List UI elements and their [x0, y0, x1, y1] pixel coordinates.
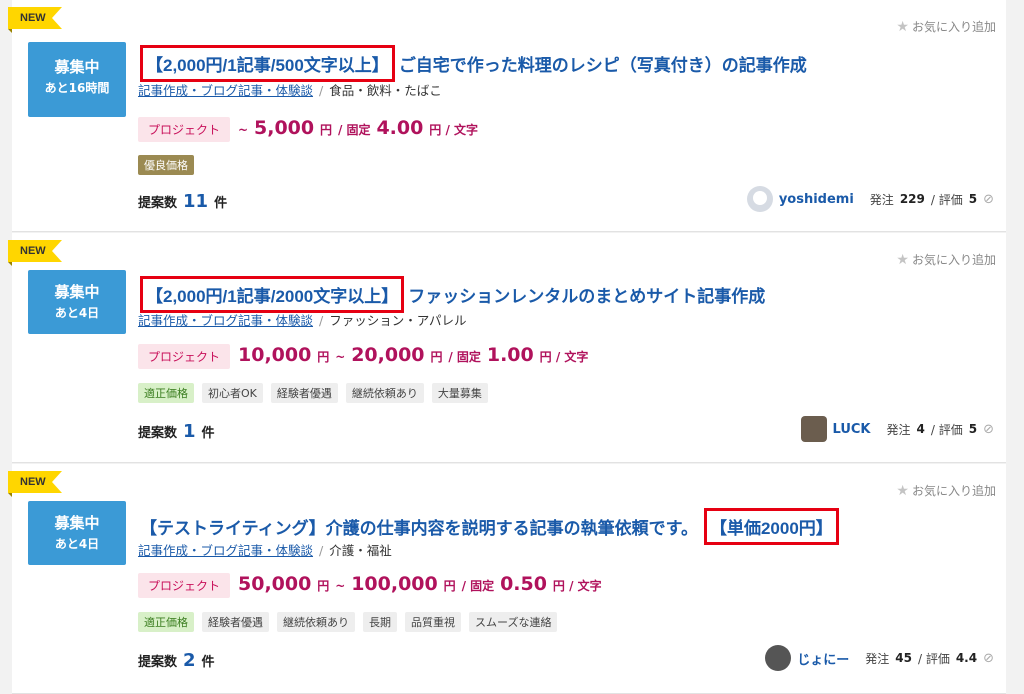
job-title-link[interactable]: 【2,000円/1記事/500文字以上】 ご自宅で作った料理のレシピ（写真付き）の…	[140, 45, 807, 82]
order-count: 4	[916, 422, 925, 436]
price: ~ 5,000 円 / 固定 4.00 円 / 文字	[238, 117, 479, 139]
time-left: あと16時間	[44, 81, 110, 95]
status-box: 募集中 あと4日	[28, 501, 126, 565]
price-max: 100,000	[351, 573, 438, 595]
star-icon: ★	[896, 18, 909, 35]
tag-list: 適正価格 初心者OK 経験者優遇 継続依頼あり 大量募集	[138, 383, 488, 403]
new-badge: NEW	[8, 471, 62, 497]
price-row: プロジェクト ~ 5,000 円 / 固定 4.00 円 / 文字	[138, 117, 478, 142]
title-text: 【テストライティング】介護の仕事内容を説明する記事の執筆依頼です。	[140, 519, 698, 538]
price: 10,000 円 ~ 20,000 円 / 固定 1.00 円 / 文字	[238, 344, 589, 366]
tag: 継続依頼あり	[277, 612, 355, 632]
rating: 5	[968, 422, 978, 436]
tag: 品質重視	[405, 612, 461, 632]
price-per-char: 4.00	[376, 117, 424, 139]
favorite-button[interactable]: ★ お気に入り追加	[896, 251, 996, 268]
subcategory: 介護・福祉	[329, 543, 392, 558]
star-icon: ★	[896, 251, 909, 268]
project-tag: プロジェクト	[138, 573, 231, 598]
category-link[interactable]: 記事作成・ブログ記事・体験談	[138, 543, 313, 558]
client-info: yoshidemi 発注 229 / 評価 5 ⊘	[746, 186, 994, 212]
tag-list: 適正価格 経験者優遇 継続依頼あり 長期 品質重視 スムーズな連絡	[138, 612, 558, 632]
avatar[interactable]	[800, 416, 827, 442]
category-breadcrumb: 記事作成・ブログ記事・体験談 / 介護・福祉	[138, 540, 392, 559]
price-row: プロジェクト 10,000 円 ~ 20,000 円 / 固定 1.00 円 /…	[138, 344, 588, 369]
client-name[interactable]: LUCK	[833, 422, 871, 437]
job-title-link[interactable]: 【2,000円/1記事/2000文字以上】 ファッションレンタルのまとめサイト記事…	[140, 276, 765, 313]
rating: 5	[968, 192, 978, 206]
order-count: 229	[899, 192, 925, 206]
title-highlight: 【単価2000円】	[703, 508, 839, 545]
tag: 継続依頼あり	[345, 383, 424, 403]
client-name[interactable]: yoshidemi	[779, 192, 854, 207]
block-icon[interactable]: ⊘	[983, 192, 994, 207]
separator: /	[319, 313, 324, 328]
favorite-label: お気に入り追加	[911, 20, 996, 34]
subcategory: 食品・飲料・たばこ	[329, 83, 442, 98]
price-min: 50,000	[238, 573, 312, 595]
favorite-label: お気に入り追加	[911, 253, 996, 267]
tag: 長期	[363, 612, 397, 632]
star-icon: ★	[896, 482, 909, 499]
price-per-char: 0.50	[500, 573, 547, 595]
category-breadcrumb: 記事作成・ブログ記事・体験談 / 食品・飲料・たばこ	[138, 80, 442, 99]
client-info: じょにー 発注 45 / 評価 4.4 ⊘	[765, 645, 994, 671]
price-row: プロジェクト 50,000 円 ~ 100,000 円 / 固定 0.50 円 …	[138, 573, 602, 598]
title-highlight: 【2,000円/1記事/500文字以上】	[140, 45, 395, 82]
favorite-button[interactable]: ★ お気に入り追加	[896, 18, 996, 35]
status-label: 募集中	[54, 283, 100, 301]
tag: 大量募集	[431, 383, 488, 403]
title-text: ご自宅で作った料理のレシピ（写真付き）の記事作成	[398, 56, 807, 75]
status-box: 募集中 あと4日	[28, 270, 126, 334]
title-text: ファッションレンタルのまとめサイト記事作成	[408, 287, 766, 306]
proposal-count: 提案数 11 件	[138, 191, 228, 212]
tag-list: 優良価格	[138, 155, 194, 175]
client-name[interactable]: じょにー	[797, 649, 849, 668]
price-max: 20,000	[351, 344, 425, 366]
price: 50,000 円 ~ 100,000 円 / 固定 0.50 円 / 文字	[238, 573, 602, 595]
tag: 経験者優遇	[202, 612, 269, 632]
job-card[interactable]: NEW ★ お気に入り追加 募集中 あと16時間 【2,000円/1記事/500…	[8, 0, 1006, 232]
category-link[interactable]: 記事作成・ブログ記事・体験談	[138, 313, 313, 328]
status-box: 募集中 あと16時間	[28, 42, 126, 117]
tag: スムーズな連絡	[469, 612, 558, 632]
separator: /	[319, 83, 324, 98]
avatar[interactable]	[746, 186, 773, 212]
category-link[interactable]: 記事作成・ブログ記事・体験談	[138, 83, 313, 98]
time-left: あと4日	[54, 537, 100, 551]
client-info: LUCK 発注 4 / 評価 5 ⊘	[800, 416, 994, 442]
separator: /	[319, 543, 324, 558]
tag: 優良価格	[138, 155, 194, 175]
price-per-char: 1.00	[486, 344, 534, 366]
block-icon[interactable]: ⊘	[983, 651, 994, 666]
job-card[interactable]: NEW ★ お気に入り追加 募集中 あと4日 【2,000円/1記事/2000文…	[8, 233, 1006, 463]
project-tag: プロジェクト	[138, 117, 231, 142]
favorite-label: お気に入り追加	[911, 484, 996, 498]
project-tag: プロジェクト	[138, 344, 231, 369]
subcategory: ファッション・アパレル	[329, 313, 467, 328]
tag: 適正価格	[138, 612, 194, 632]
status-label: 募集中	[54, 514, 100, 532]
new-badge: NEW	[8, 240, 62, 266]
time-left: あと4日	[54, 306, 100, 320]
job-card[interactable]: NEW ★ お気に入り追加 募集中 あと4日 【テストライティング】介護の仕事内…	[8, 464, 1006, 694]
proposal-count: 提案数 1 件	[138, 421, 215, 442]
new-badge: NEW	[8, 7, 62, 33]
avatar[interactable]	[765, 645, 792, 671]
category-breadcrumb: 記事作成・ブログ記事・体験談 / ファッション・アパレル	[138, 310, 467, 329]
tag: 適正価格	[138, 383, 194, 403]
status-label: 募集中	[54, 58, 100, 76]
tag: 経験者優遇	[270, 383, 338, 403]
block-icon[interactable]: ⊘	[983, 422, 994, 437]
favorite-button[interactable]: ★ お気に入り追加	[896, 482, 996, 499]
order-count: 45	[895, 651, 912, 665]
proposal-count: 提案数 2 件	[138, 650, 215, 671]
tag: 初心者OK	[202, 383, 263, 403]
price-max: 5,000	[254, 117, 315, 139]
rating: 4.4	[955, 651, 978, 665]
price-min: 10,000	[238, 344, 312, 366]
title-highlight: 【2,000円/1記事/2000文字以上】	[140, 276, 405, 313]
